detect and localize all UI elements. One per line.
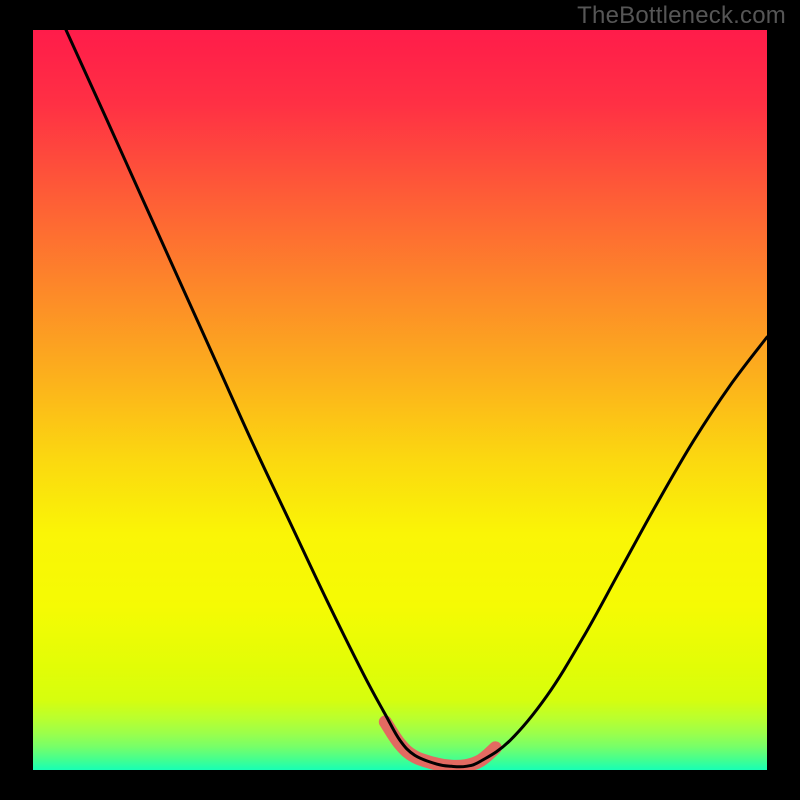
plot-background xyxy=(33,30,767,770)
watermark-text: TheBottleneck.com xyxy=(577,2,786,30)
bottleneck-chart xyxy=(0,0,800,800)
chart-frame: { "watermark": "TheBottleneck.com", "col… xyxy=(0,0,800,800)
